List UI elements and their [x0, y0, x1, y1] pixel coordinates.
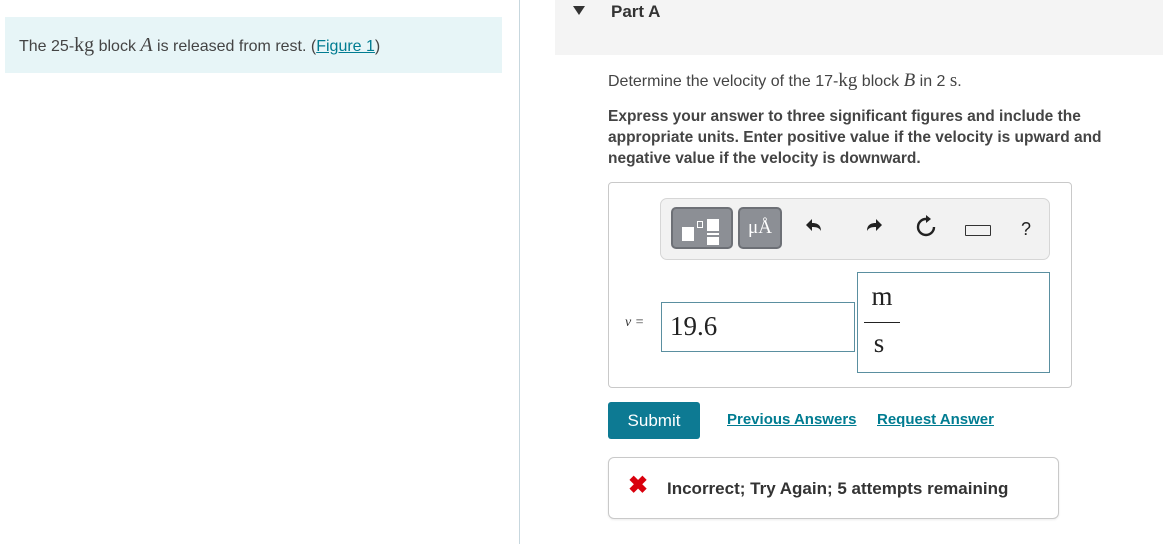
unit-numerator: m — [871, 281, 893, 311]
problem-text-after: is released from rest. ( — [152, 38, 317, 55]
units-icon: μÅ — [748, 217, 772, 238]
problem-close-paren: ) — [374, 38, 381, 55]
math-toolbar: μÅ ? — [660, 198, 1050, 260]
problem-statement: The 25-kg block A is released from rest.… — [19, 34, 380, 57]
question-text-middle: block — [857, 73, 904, 90]
answer-widget: μÅ ? v = 19.6 m s — [608, 182, 1072, 388]
figure-link[interactable]: Figure 1 — [316, 38, 375, 55]
problem-text-start: The 25- — [19, 38, 75, 55]
question-period: . — [957, 73, 962, 90]
redo-icon[interactable] — [859, 215, 885, 243]
unit-fraction-bar — [864, 322, 900, 323]
question-unit-kg: kg — [838, 70, 858, 91]
question-var-b: B — [903, 70, 916, 91]
units-button[interactable]: μÅ — [738, 207, 782, 249]
problem-var-a: A — [140, 34, 153, 56]
unit-denominator: s — [873, 328, 885, 358]
previous-answers-link[interactable]: Previous Answers — [727, 411, 857, 428]
feedback-box: ✖ Incorrect; Try Again; 5 attempts remai… — [608, 457, 1059, 519]
answer-units-input[interactable]: m s — [857, 272, 1050, 373]
reset-icon[interactable] — [913, 215, 939, 243]
question-text-in: in 2 — [915, 73, 950, 90]
submit-button[interactable]: Submit — [608, 402, 700, 439]
incorrect-x-icon: ✖ — [628, 472, 649, 499]
problem-unit-kg: kg — [74, 34, 95, 56]
part-title: Part A — [611, 2, 661, 21]
variable-label: v = — [625, 315, 645, 330]
help-icon[interactable]: ? — [1013, 215, 1039, 243]
column-divider — [519, 0, 520, 544]
part-header[interactable]: Part A — [555, 0, 1163, 55]
collapse-arrow-icon[interactable] — [573, 6, 585, 15]
question-text-start: Determine the velocity of the 17- — [608, 73, 839, 90]
templates-button[interactable] — [671, 207, 733, 249]
problem-text-middle: block — [94, 38, 141, 55]
question-text: Determine the velocity of the 17-kg bloc… — [608, 70, 962, 92]
keyboard-icon[interactable] — [961, 215, 991, 243]
answer-instructions: Express your answer to three significant… — [608, 108, 1102, 167]
answer-value-input[interactable]: 19.6 — [661, 302, 855, 352]
request-answer-link[interactable]: Request Answer — [877, 411, 994, 428]
feedback-message: Incorrect; Try Again; 5 attempts remaini… — [667, 479, 1009, 498]
undo-icon[interactable] — [803, 215, 829, 243]
